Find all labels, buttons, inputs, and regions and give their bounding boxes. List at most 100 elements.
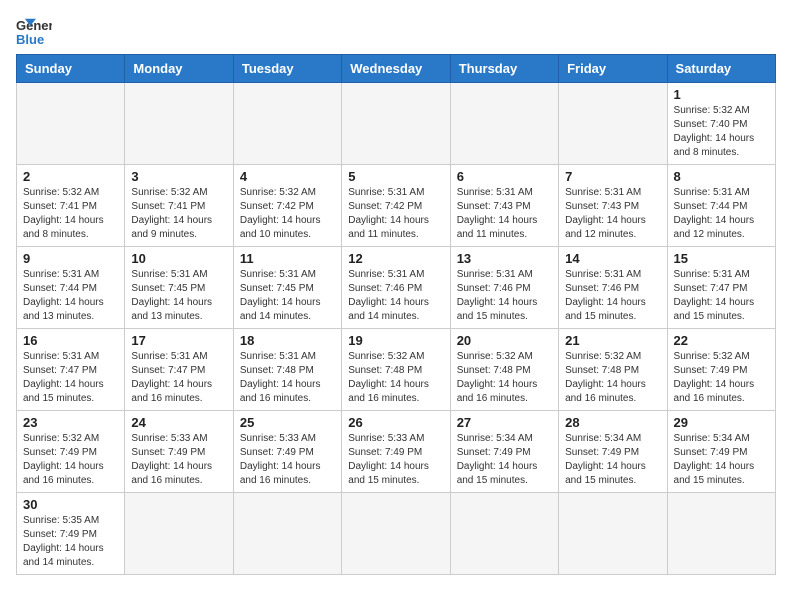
calendar-cell: 4 Sunrise: 5:32 AM Sunset: 7:42 PM Daylig… <box>233 165 341 247</box>
day-info: Sunrise: 5:31 AM Sunset: 7:47 PM Dayligh… <box>674 268 769 324</box>
day-number: 15 <box>674 251 769 266</box>
day-number: 29 <box>674 415 769 430</box>
calendar-cell: 11Sunrise: 5:31 AM Sunset: 7:45 PM Dayli… <box>233 247 341 329</box>
day-info: Sunrise: 5:31 AM Sunset: 7:44 PM Dayligh… <box>23 268 118 324</box>
day-info: Sunrise: 5:33 AM Sunset: 7:49 PM Dayligh… <box>348 432 443 488</box>
day-number: 23 <box>23 415 118 430</box>
day-info: Sunrise: 5:32 AM Sunset: 7:41 PM Dayligh… <box>131 186 226 242</box>
day-number: 25 <box>240 415 335 430</box>
calendar-cell: 3 Sunrise: 5:32 AM Sunset: 7:41 PM Daylig… <box>125 165 233 247</box>
calendar-cell: 5 Sunrise: 5:31 AM Sunset: 7:42 PM Daylig… <box>342 165 450 247</box>
day-number: 18 <box>240 333 335 348</box>
day-info: Sunrise: 5:31 AM Sunset: 7:47 PM Dayligh… <box>131 350 226 406</box>
day-number: 24 <box>131 415 226 430</box>
calendar-cell: 10Sunrise: 5:31 AM Sunset: 7:45 PM Dayli… <box>125 247 233 329</box>
week-row-3: 9 Sunrise: 5:31 AM Sunset: 7:44 PM Daylig… <box>17 247 776 329</box>
calendar-cell <box>559 493 667 575</box>
header: General Blue <box>16 16 776 46</box>
day-header-monday: Monday <box>125 55 233 83</box>
calendar-cell: 8Sunrise: 5:31 AM Sunset: 7:44 PM Daylig… <box>667 165 775 247</box>
day-number: 20 <box>457 333 552 348</box>
calendar-cell <box>450 83 558 165</box>
day-info: Sunrise: 5:34 AM Sunset: 7:49 PM Dayligh… <box>674 432 769 488</box>
calendar-cell: 2 Sunrise: 5:32 AM Sunset: 7:41 PM Daylig… <box>17 165 125 247</box>
day-number: 21 <box>565 333 660 348</box>
week-row-4: 16 Sunrise: 5:31 AM Sunset: 7:47 PM Dayli… <box>17 329 776 411</box>
day-info: Sunrise: 5:31 AM Sunset: 7:48 PM Dayligh… <box>240 350 335 406</box>
week-row-2: 2 Sunrise: 5:32 AM Sunset: 7:41 PM Daylig… <box>17 165 776 247</box>
calendar-cell: 14 Sunrise: 5:31 AM Sunset: 7:46 PM Dayli… <box>559 247 667 329</box>
calendar-cell <box>667 493 775 575</box>
calendar-cell: 13Sunrise: 5:31 AM Sunset: 7:46 PM Dayli… <box>450 247 558 329</box>
day-info: Sunrise: 5:32 AM Sunset: 7:48 PM Dayligh… <box>457 350 552 406</box>
calendar-cell: 25 Sunrise: 5:33 AM Sunset: 7:49 PM Dayli… <box>233 411 341 493</box>
calendar-cell <box>342 493 450 575</box>
day-info: Sunrise: 5:34 AM Sunset: 7:49 PM Dayligh… <box>457 432 552 488</box>
day-header-friday: Friday <box>559 55 667 83</box>
calendar-cell <box>450 493 558 575</box>
day-number: 12 <box>348 251 443 266</box>
day-number: 19 <box>348 333 443 348</box>
calendar-cell: 17 Sunrise: 5:31 AM Sunset: 7:47 PM Dayli… <box>125 329 233 411</box>
day-number: 16 <box>23 333 118 348</box>
calendar: SundayMondayTuesdayWednesdayThursdayFrid… <box>16 54 776 575</box>
calendar-cell: 6Sunrise: 5:31 AM Sunset: 7:43 PM Daylig… <box>450 165 558 247</box>
calendar-cell <box>125 493 233 575</box>
calendar-cell <box>233 83 341 165</box>
day-number: 7 <box>565 169 660 184</box>
calendar-header: SundayMondayTuesdayWednesdayThursdayFrid… <box>17 55 776 83</box>
calendar-cell: 29 Sunrise: 5:34 AM Sunset: 7:49 PM Dayli… <box>667 411 775 493</box>
day-number: 27 <box>457 415 552 430</box>
logo: General Blue <box>16 16 56 46</box>
day-info: Sunrise: 5:31 AM Sunset: 7:46 PM Dayligh… <box>348 268 443 324</box>
day-number: 2 <box>23 169 118 184</box>
day-number: 26 <box>348 415 443 430</box>
calendar-cell: 23 Sunrise: 5:32 AM Sunset: 7:49 PM Dayli… <box>17 411 125 493</box>
day-info: Sunrise: 5:31 AM Sunset: 7:45 PM Dayligh… <box>131 268 226 324</box>
calendar-cell <box>233 493 341 575</box>
day-info: Sunrise: 5:32 AM Sunset: 7:41 PM Dayligh… <box>23 186 118 242</box>
calendar-cell <box>17 83 125 165</box>
calendar-cell: 21 Sunrise: 5:32 AM Sunset: 7:48 PM Dayli… <box>559 329 667 411</box>
day-info: Sunrise: 5:34 AM Sunset: 7:49 PM Dayligh… <box>565 432 660 488</box>
day-number: 5 <box>348 169 443 184</box>
general-blue-icon: General Blue <box>16 16 52 46</box>
calendar-cell: 30Sunrise: 5:35 AM Sunset: 7:49 PM Dayli… <box>17 493 125 575</box>
calendar-cell: 15 Sunrise: 5:31 AM Sunset: 7:47 PM Dayli… <box>667 247 775 329</box>
day-number: 14 <box>565 251 660 266</box>
calendar-cell: 19 Sunrise: 5:32 AM Sunset: 7:48 PM Dayli… <box>342 329 450 411</box>
calendar-cell: 1Sunrise: 5:32 AM Sunset: 7:40 PM Daylig… <box>667 83 775 165</box>
day-header-thursday: Thursday <box>450 55 558 83</box>
day-number: 9 <box>23 251 118 266</box>
calendar-cell: 28Sunrise: 5:34 AM Sunset: 7:49 PM Dayli… <box>559 411 667 493</box>
day-info: Sunrise: 5:32 AM Sunset: 7:42 PM Dayligh… <box>240 186 335 242</box>
day-info: Sunrise: 5:32 AM Sunset: 7:40 PM Dayligh… <box>674 104 769 160</box>
day-number: 17 <box>131 333 226 348</box>
day-info: Sunrise: 5:31 AM Sunset: 7:43 PM Dayligh… <box>457 186 552 242</box>
day-header-tuesday: Tuesday <box>233 55 341 83</box>
calendar-cell: 16Sunrise: 5:31 AM Sunset: 7:47 PM Dayli… <box>17 329 125 411</box>
day-info: Sunrise: 5:31 AM Sunset: 7:46 PM Dayligh… <box>457 268 552 324</box>
calendar-cell: 20 Sunrise: 5:32 AM Sunset: 7:48 PM Dayli… <box>450 329 558 411</box>
day-number: 3 <box>131 169 226 184</box>
day-info: Sunrise: 5:31 AM Sunset: 7:42 PM Dayligh… <box>348 186 443 242</box>
day-info: Sunrise: 5:33 AM Sunset: 7:49 PM Dayligh… <box>240 432 335 488</box>
calendar-cell: 12 Sunrise: 5:31 AM Sunset: 7:46 PM Dayli… <box>342 247 450 329</box>
calendar-cell <box>342 83 450 165</box>
week-row-5: 23 Sunrise: 5:32 AM Sunset: 7:49 PM Dayli… <box>17 411 776 493</box>
calendar-cell <box>125 83 233 165</box>
day-info: Sunrise: 5:32 AM Sunset: 7:48 PM Dayligh… <box>348 350 443 406</box>
day-info: Sunrise: 5:33 AM Sunset: 7:49 PM Dayligh… <box>131 432 226 488</box>
week-row-6: 30Sunrise: 5:35 AM Sunset: 7:49 PM Dayli… <box>17 493 776 575</box>
day-number: 30 <box>23 497 118 512</box>
day-number: 8 <box>674 169 769 184</box>
day-header-wednesday: Wednesday <box>342 55 450 83</box>
day-number: 4 <box>240 169 335 184</box>
calendar-cell: 24 Sunrise: 5:33 AM Sunset: 7:49 PM Dayli… <box>125 411 233 493</box>
day-header-saturday: Saturday <box>667 55 775 83</box>
day-info: Sunrise: 5:32 AM Sunset: 7:49 PM Dayligh… <box>23 432 118 488</box>
calendar-cell: 26 Sunrise: 5:33 AM Sunset: 7:49 PM Dayli… <box>342 411 450 493</box>
day-info: Sunrise: 5:31 AM Sunset: 7:46 PM Dayligh… <box>565 268 660 324</box>
calendar-cell: 18 Sunrise: 5:31 AM Sunset: 7:48 PM Dayli… <box>233 329 341 411</box>
day-info: Sunrise: 5:32 AM Sunset: 7:48 PM Dayligh… <box>565 350 660 406</box>
